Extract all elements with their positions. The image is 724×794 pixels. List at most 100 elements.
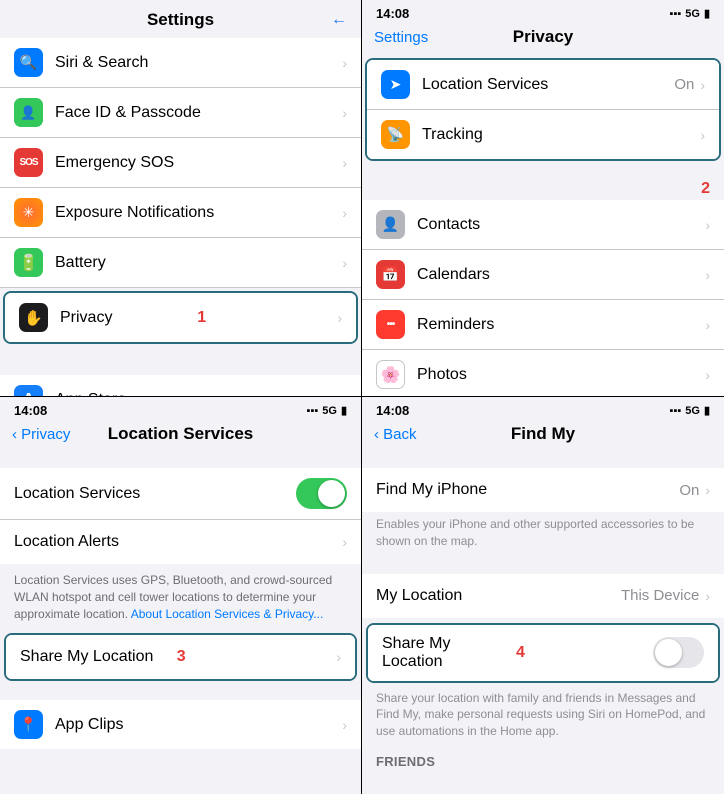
network-type: 5G bbox=[322, 405, 337, 417]
find-my-iphone-label: Find My iPhone bbox=[376, 481, 679, 499]
share-location-group-q4: Share My Location 4 bbox=[368, 625, 718, 681]
settings-list-group2: A App Store › 💳 Wallet & Apple Pay › bbox=[0, 375, 361, 397]
status-bar-q3: 14:08 ▪▪▪ 5G ▮ bbox=[0, 397, 361, 420]
tracking-icon: 📡 bbox=[381, 120, 410, 149]
location-services-toggle-item: Location Services bbox=[0, 468, 361, 520]
back-button-q3[interactable]: ‹ Privacy bbox=[12, 426, 70, 443]
badge-4: 4 bbox=[516, 644, 525, 662]
settings-list-group1: 🔍 Siri & Search › 👤 Face ID & Passcode ›… bbox=[0, 38, 361, 347]
settings-item-faceid[interactable]: 👤 Face ID & Passcode › bbox=[0, 88, 361, 138]
contacts-icon: 👤 bbox=[376, 210, 405, 239]
app-clips-icon: 📍 bbox=[14, 710, 43, 739]
privacy-item-location[interactable]: ➤ Location Services On › bbox=[367, 60, 719, 110]
location-services-description: Location Services uses GPS, Bluetooth, a… bbox=[0, 564, 361, 630]
settings-title-bar: Settings ← bbox=[0, 0, 361, 38]
chevron-icon: › bbox=[342, 717, 347, 733]
signal-icon: ▪▪▪ bbox=[307, 405, 319, 417]
share-my-location-item[interactable]: Share My Location 3 › bbox=[6, 635, 355, 679]
chevron-icon: › bbox=[336, 649, 341, 665]
back-button-q2[interactable]: Settings bbox=[374, 29, 428, 46]
chevron-icon: › bbox=[342, 534, 347, 550]
network-type: 5G bbox=[685, 8, 700, 20]
location-services-icon: ➤ bbox=[381, 70, 410, 99]
chevron-icon: › bbox=[705, 367, 710, 383]
find-my-iphone-value: On bbox=[679, 482, 699, 499]
privacy-item-contacts[interactable]: 👤 Contacts › bbox=[362, 200, 724, 250]
settings-item-siri[interactable]: 🔍 Siri & Search › bbox=[0, 38, 361, 88]
chevron-icon: › bbox=[705, 217, 710, 233]
toggle-knob bbox=[655, 639, 682, 666]
battery-icon: 🔋 bbox=[14, 248, 43, 277]
my-location-label: My Location bbox=[376, 587, 621, 605]
nav-bar-q4: ‹ Back Find My bbox=[362, 420, 724, 452]
settings-item-privacy[interactable]: ✋ Privacy 1 › bbox=[5, 293, 356, 342]
nav-bar-q3: ‹ Privacy Location Services bbox=[0, 420, 361, 452]
nav-title-q4: Find My bbox=[511, 424, 575, 444]
app-clips-label: App Clips bbox=[55, 716, 342, 734]
settings-item-battery[interactable]: 🔋 Battery › bbox=[0, 238, 361, 288]
status-icons-q3: ▪▪▪ 5G ▮ bbox=[307, 404, 347, 417]
my-location-item[interactable]: My Location This Device › bbox=[362, 574, 724, 618]
exposure-label: Exposure Notifications bbox=[55, 204, 342, 222]
siri-icon: 🔍 bbox=[14, 48, 43, 77]
app-clips-item[interactable]: 📍 App Clips › bbox=[0, 700, 361, 749]
privacy-group2: 👤 Contacts › 📅 Calendars › ••• Reminders… bbox=[362, 200, 724, 397]
chevron-icon: › bbox=[705, 482, 710, 498]
faceid-label: Face ID & Passcode bbox=[55, 104, 342, 122]
network-type: 5G bbox=[685, 405, 700, 417]
settings-back-arrow: ← bbox=[331, 11, 347, 29]
time-q4: 14:08 bbox=[376, 403, 409, 418]
privacy-group1: ➤ Location Services On › 📡 Tracking › bbox=[367, 60, 719, 159]
privacy-item-reminders[interactable]: ••• Reminders › bbox=[362, 300, 724, 350]
chevron-icon: › bbox=[342, 105, 347, 121]
quadrant-find-my: 14:08 ▪▪▪ 5G ▮ ‹ Back Find My Find My iP… bbox=[362, 397, 724, 794]
photos-icon: 🌸 bbox=[376, 360, 405, 389]
battery-icon-status: ▮ bbox=[341, 404, 347, 417]
battery-icon-status: ▮ bbox=[704, 7, 710, 20]
chevron-icon: › bbox=[705, 267, 710, 283]
section-gap-sm bbox=[0, 684, 361, 700]
back-button-q4[interactable]: ‹ Back bbox=[374, 426, 417, 443]
section-gap bbox=[0, 347, 361, 375]
settings-item-exposure[interactable]: ✳ Exposure Notifications › bbox=[0, 188, 361, 238]
toggle-knob bbox=[318, 480, 345, 507]
settings-title: Settings bbox=[147, 10, 214, 30]
appstore-icon: A bbox=[14, 385, 43, 397]
find-my-group1: Find My iPhone On › bbox=[362, 468, 724, 512]
share-my-location-item-q4[interactable]: Share My Location 4 bbox=[368, 625, 718, 681]
nav-title-q2: Privacy bbox=[513, 27, 574, 47]
about-location-link[interactable]: About Location Services & Privacy... bbox=[131, 607, 324, 621]
chevron-icon: › bbox=[337, 310, 342, 326]
friends-section-header: FRIENDS bbox=[362, 748, 724, 771]
signal-icon: ▪▪▪ bbox=[670, 8, 682, 20]
exposure-icon: ✳ bbox=[14, 198, 43, 227]
share-my-location-highlight-q4: Share My Location 4 bbox=[366, 623, 720, 683]
chevron-icon: › bbox=[705, 317, 710, 333]
quadrant-settings: Settings ← 🔍 Siri & Search › 👤 Face ID &… bbox=[0, 0, 362, 397]
share-my-location-desc: Share your location with family and frie… bbox=[362, 686, 724, 748]
settings-item-appstore[interactable]: A App Store › bbox=[0, 375, 361, 397]
battery-label: Battery bbox=[55, 254, 342, 272]
chevron-icon: › bbox=[342, 155, 347, 171]
privacy-item-calendars[interactable]: 📅 Calendars › bbox=[362, 250, 724, 300]
privacy-item-photos[interactable]: 🌸 Photos › bbox=[362, 350, 724, 397]
battery-icon-status: ▮ bbox=[704, 404, 710, 417]
nav-title-q3: Location Services bbox=[108, 424, 254, 444]
quadrant-privacy: 14:08 ▪▪▪ 5G ▮ Settings Privacy ➤ Locati… bbox=[362, 0, 724, 397]
settings-item-sos[interactable]: SOS Emergency SOS › bbox=[0, 138, 361, 188]
location-alerts-item[interactable]: Location Alerts › bbox=[0, 520, 361, 564]
sos-icon: SOS bbox=[14, 148, 43, 177]
find-my-iphone-item[interactable]: Find My iPhone On › bbox=[362, 468, 724, 512]
quadrant-location-services: 14:08 ▪▪▪ 5G ▮ ‹ Privacy Location Servic… bbox=[0, 397, 362, 794]
siri-label: Siri & Search bbox=[55, 54, 342, 72]
find-my-group2: My Location This Device › bbox=[362, 574, 724, 618]
location-services-toggle-label: Location Services bbox=[14, 485, 296, 503]
chevron-icon: › bbox=[700, 77, 705, 93]
location-services-toggle[interactable] bbox=[296, 478, 347, 509]
calendars-label: Calendars bbox=[417, 266, 705, 284]
share-location-toggle[interactable] bbox=[653, 637, 704, 668]
privacy-item-tracking[interactable]: 📡 Tracking › bbox=[367, 110, 719, 159]
location-services-value: On bbox=[674, 76, 694, 93]
status-bar-q4: 14:08 ▪▪▪ 5G ▮ bbox=[362, 397, 724, 420]
section-gap-sm bbox=[362, 164, 724, 180]
